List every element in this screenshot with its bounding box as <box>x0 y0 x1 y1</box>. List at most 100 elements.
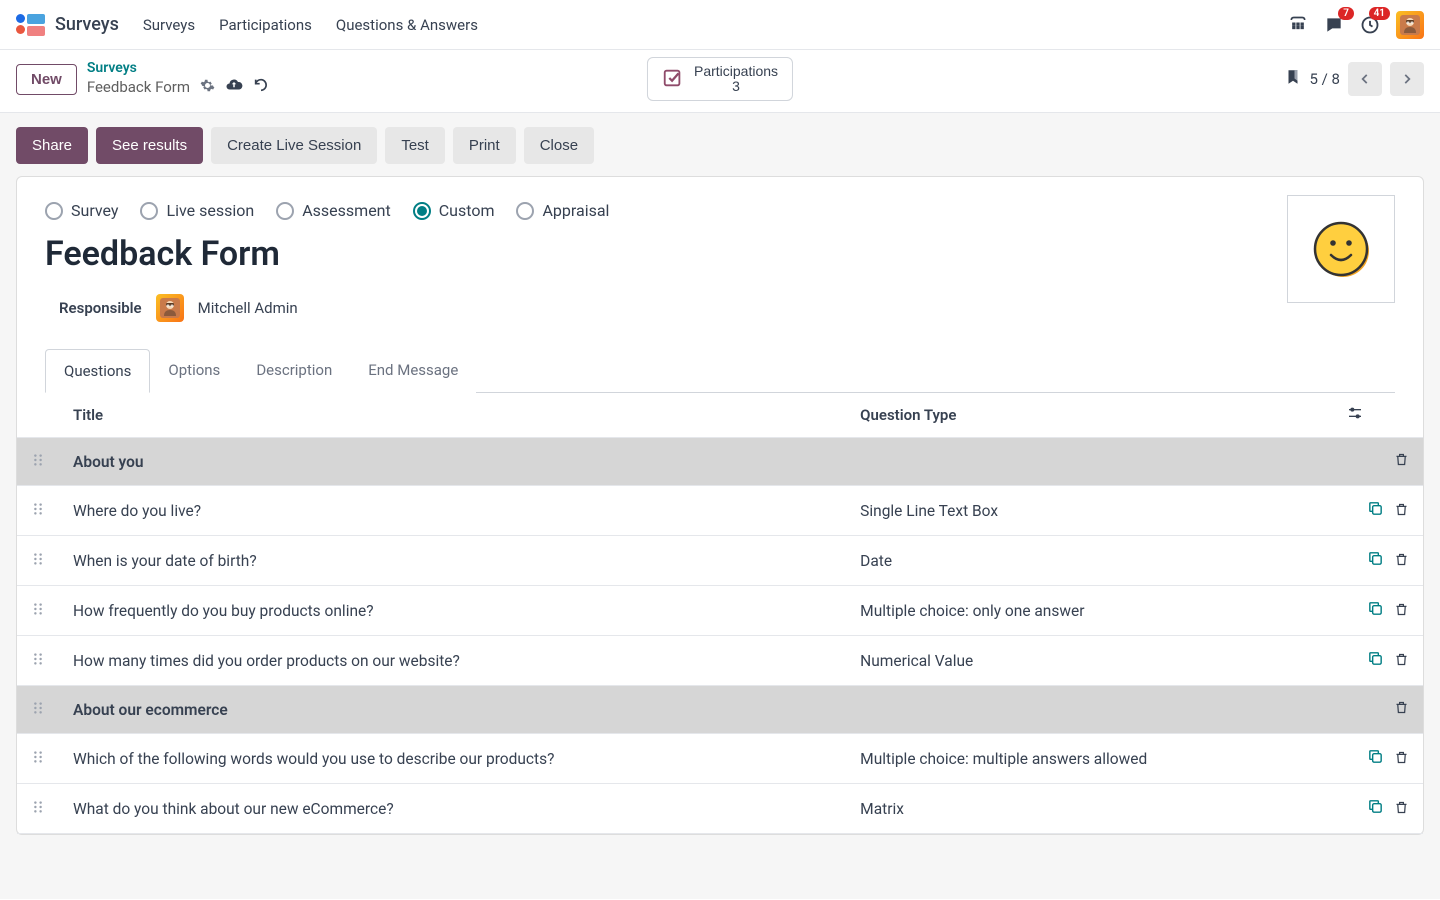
tab-options[interactable]: Options <box>150 349 238 393</box>
question-row[interactable]: What do you think about our new eCommerc… <box>17 784 1423 834</box>
question-row[interactable]: Which of the following words would you u… <box>17 734 1423 784</box>
share-button[interactable]: Share <box>16 127 88 164</box>
row-type[interactable]: Numerical Value <box>846 636 1333 686</box>
row-type[interactable]: Matrix <box>846 784 1333 834</box>
drag-handle-icon[interactable] <box>17 438 59 486</box>
nav-participations[interactable]: Participations <box>219 16 312 34</box>
drag-handle-icon[interactable] <box>17 636 59 686</box>
row-actions <box>1333 734 1423 784</box>
survey-title[interactable]: Feedback Form <box>45 234 1395 274</box>
responsible-value[interactable]: Mitchell Admin <box>198 299 298 317</box>
app-logo[interactable] <box>16 14 45 36</box>
copy-icon[interactable] <box>1367 748 1384 765</box>
question-row[interactable]: Where do you live?Single Line Text Box <box>17 486 1423 536</box>
row-title[interactable]: How many times did you order products on… <box>59 636 846 686</box>
form-tabs: QuestionsOptionsDescriptionEnd Message <box>45 348 1395 393</box>
drag-handle-icon[interactable] <box>17 784 59 834</box>
drag-handle-icon[interactable] <box>17 686 59 734</box>
cloud-upload-icon[interactable] <box>225 76 243 98</box>
form-sheet: Survey Live session Assessment Custom Apprai… <box>16 176 1424 835</box>
responsible-avatar[interactable] <box>156 294 184 322</box>
create-live-session-button[interactable]: Create Live Session <box>211 127 377 164</box>
tab-end-message[interactable]: End Message <box>350 349 476 393</box>
row-type[interactable]: Date <box>846 536 1333 586</box>
copy-icon[interactable] <box>1367 500 1384 517</box>
copy-icon[interactable] <box>1367 600 1384 617</box>
row-title[interactable]: How frequently do you buy products onlin… <box>59 586 846 636</box>
row-title[interactable]: Where do you live? <box>59 486 846 536</box>
row-title[interactable]: Which of the following words would you u… <box>59 734 846 784</box>
trash-icon[interactable] <box>1394 652 1409 667</box>
undo-icon[interactable] <box>253 77 269 97</box>
drag-handle-icon[interactable] <box>17 486 59 536</box>
tab-description[interactable]: Description <box>238 349 350 393</box>
copy-icon[interactable] <box>1367 798 1384 815</box>
survey-image[interactable] <box>1287 195 1395 303</box>
radio-custom[interactable]: Custom <box>413 201 495 220</box>
section-row[interactable]: About our ecommerce <box>17 686 1423 734</box>
breadcrumb-root[interactable]: Surveys <box>87 60 269 76</box>
activities-icon[interactable]: 41 <box>1360 15 1380 35</box>
bookmark-icon[interactable] <box>1284 68 1302 90</box>
trash-icon[interactable] <box>1394 502 1409 517</box>
gear-icon[interactable] <box>200 78 215 97</box>
messages-icon[interactable]: 7 <box>1324 15 1344 35</box>
user-avatar[interactable] <box>1396 11 1424 39</box>
radio-live-session[interactable]: Live session <box>140 201 254 220</box>
row-title[interactable]: What do you think about our new eCommerc… <box>59 784 846 834</box>
trash-icon[interactable] <box>1394 750 1409 765</box>
pager-prev-button[interactable] <box>1348 62 1382 96</box>
app-name[interactable]: Surveys <box>55 14 119 35</box>
radio-circle-icon <box>516 202 534 220</box>
row-type[interactable] <box>846 438 1333 486</box>
trash-icon[interactable] <box>1394 800 1409 815</box>
topbar: Surveys Surveys Participations Questions… <box>0 0 1440 50</box>
print-button[interactable]: Print <box>453 127 516 164</box>
drag-handle-icon[interactable] <box>17 586 59 636</box>
responsible-field: Responsible Mitchell Admin <box>45 294 1395 322</box>
row-title[interactable]: About you <box>59 438 846 486</box>
question-row[interactable]: How frequently do you buy products onlin… <box>17 586 1423 636</box>
trash-icon[interactable] <box>1394 452 1409 467</box>
row-title[interactable]: When is your date of birth? <box>59 536 846 586</box>
row-actions <box>1333 784 1423 834</box>
radio-label: Assessment <box>302 201 391 220</box>
trash-icon[interactable] <box>1394 552 1409 567</box>
drag-handle-icon[interactable] <box>17 734 59 784</box>
pager-text[interactable]: 5 / 8 <box>1310 70 1341 88</box>
activities-badge: 41 <box>1369 7 1390 20</box>
section-row[interactable]: About you <box>17 438 1423 486</box>
new-button[interactable]: New <box>16 64 77 95</box>
radio-survey[interactable]: Survey <box>45 201 118 220</box>
test-button[interactable]: Test <box>385 127 445 164</box>
see-results-button[interactable]: See results <box>96 127 203 164</box>
radio-label: Live session <box>166 201 254 220</box>
row-type[interactable] <box>846 686 1333 734</box>
survey-type-radios: Survey Live session Assessment Custom Apprai… <box>45 201 1395 220</box>
row-type[interactable]: Multiple choice: only one answer <box>846 586 1333 636</box>
copy-icon[interactable] <box>1367 650 1384 667</box>
row-title[interactable]: About our ecommerce <box>59 686 846 734</box>
trash-icon[interactable] <box>1394 700 1409 715</box>
nav-surveys[interactable]: Surveys <box>143 16 195 34</box>
columns-settings-icon[interactable] <box>1347 407 1363 425</box>
radio-appraisal[interactable]: Appraisal <box>516 201 609 220</box>
pager-next-button[interactable] <box>1390 62 1424 96</box>
close-button[interactable]: Close <box>524 127 594 164</box>
col-type[interactable]: Question Type <box>846 393 1333 438</box>
question-row[interactable]: How many times did you order products on… <box>17 636 1423 686</box>
row-type[interactable]: Single Line Text Box <box>846 486 1333 536</box>
radio-assessment[interactable]: Assessment <box>276 201 391 220</box>
tab-questions[interactable]: Questions <box>45 349 150 393</box>
nav-questions-answers[interactable]: Questions & Answers <box>336 16 478 34</box>
col-title[interactable]: Title <box>59 393 846 438</box>
drag-handle-icon[interactable] <box>17 536 59 586</box>
row-actions <box>1333 536 1423 586</box>
participations-stat-button[interactable]: Participations 3 <box>647 57 793 102</box>
row-type[interactable]: Multiple choice: multiple answers allowe… <box>846 734 1333 784</box>
copy-icon[interactable] <box>1367 550 1384 567</box>
phone-icon[interactable] <box>1288 15 1308 35</box>
radio-circle-icon <box>276 202 294 220</box>
question-row[interactable]: When is your date of birth?Date <box>17 536 1423 586</box>
trash-icon[interactable] <box>1394 602 1409 617</box>
